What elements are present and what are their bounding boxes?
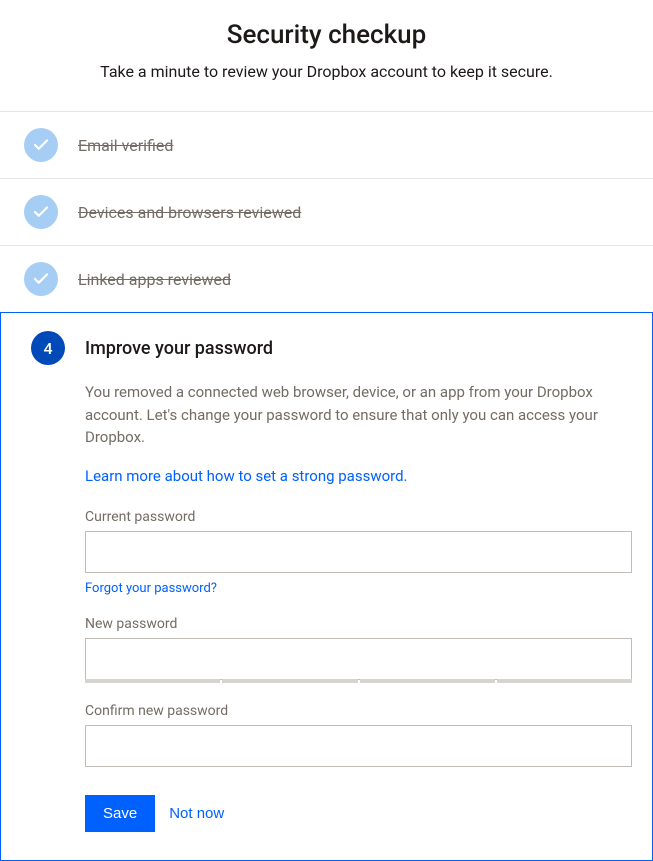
current-password-label: Current password [85,509,632,525]
new-password-label: New password [85,616,632,632]
page-title: Security checkup [20,20,633,50]
step-label: Devices and browsers reviewed [78,203,301,222]
step-improve-password: 4 Improve your password You removed a co… [0,312,653,861]
step-email-verified[interactable]: Email verified [0,111,653,178]
confirm-password-input[interactable] [85,725,632,767]
new-password-input[interactable] [85,638,632,680]
step-number-badge: 4 [31,331,65,365]
step-devices-reviewed[interactable]: Devices and browsers reviewed [0,178,653,245]
check-icon [24,262,58,296]
check-icon [24,128,58,162]
save-button[interactable]: Save [85,795,155,832]
check-icon [24,195,58,229]
active-step-title: Improve your password [85,338,273,359]
step-label: Linked apps reviewed [78,270,231,289]
page-header: Security checkup Take a minute to review… [0,20,653,111]
confirm-password-label: Confirm new password [85,703,632,719]
step-linked-apps-reviewed[interactable]: Linked apps reviewed [0,245,653,312]
page-subtitle: Take a minute to review your Dropbox acc… [20,62,633,81]
forgot-password-link[interactable]: Forgot your password? [85,581,217,596]
current-password-input[interactable] [85,531,632,573]
step-description: You removed a connected web browser, dev… [85,381,632,449]
learn-more-link[interactable]: Learn more about how to set a strong pas… [85,467,632,485]
not-now-button[interactable]: Not now [169,805,224,822]
step-label: Email verified [78,136,173,155]
